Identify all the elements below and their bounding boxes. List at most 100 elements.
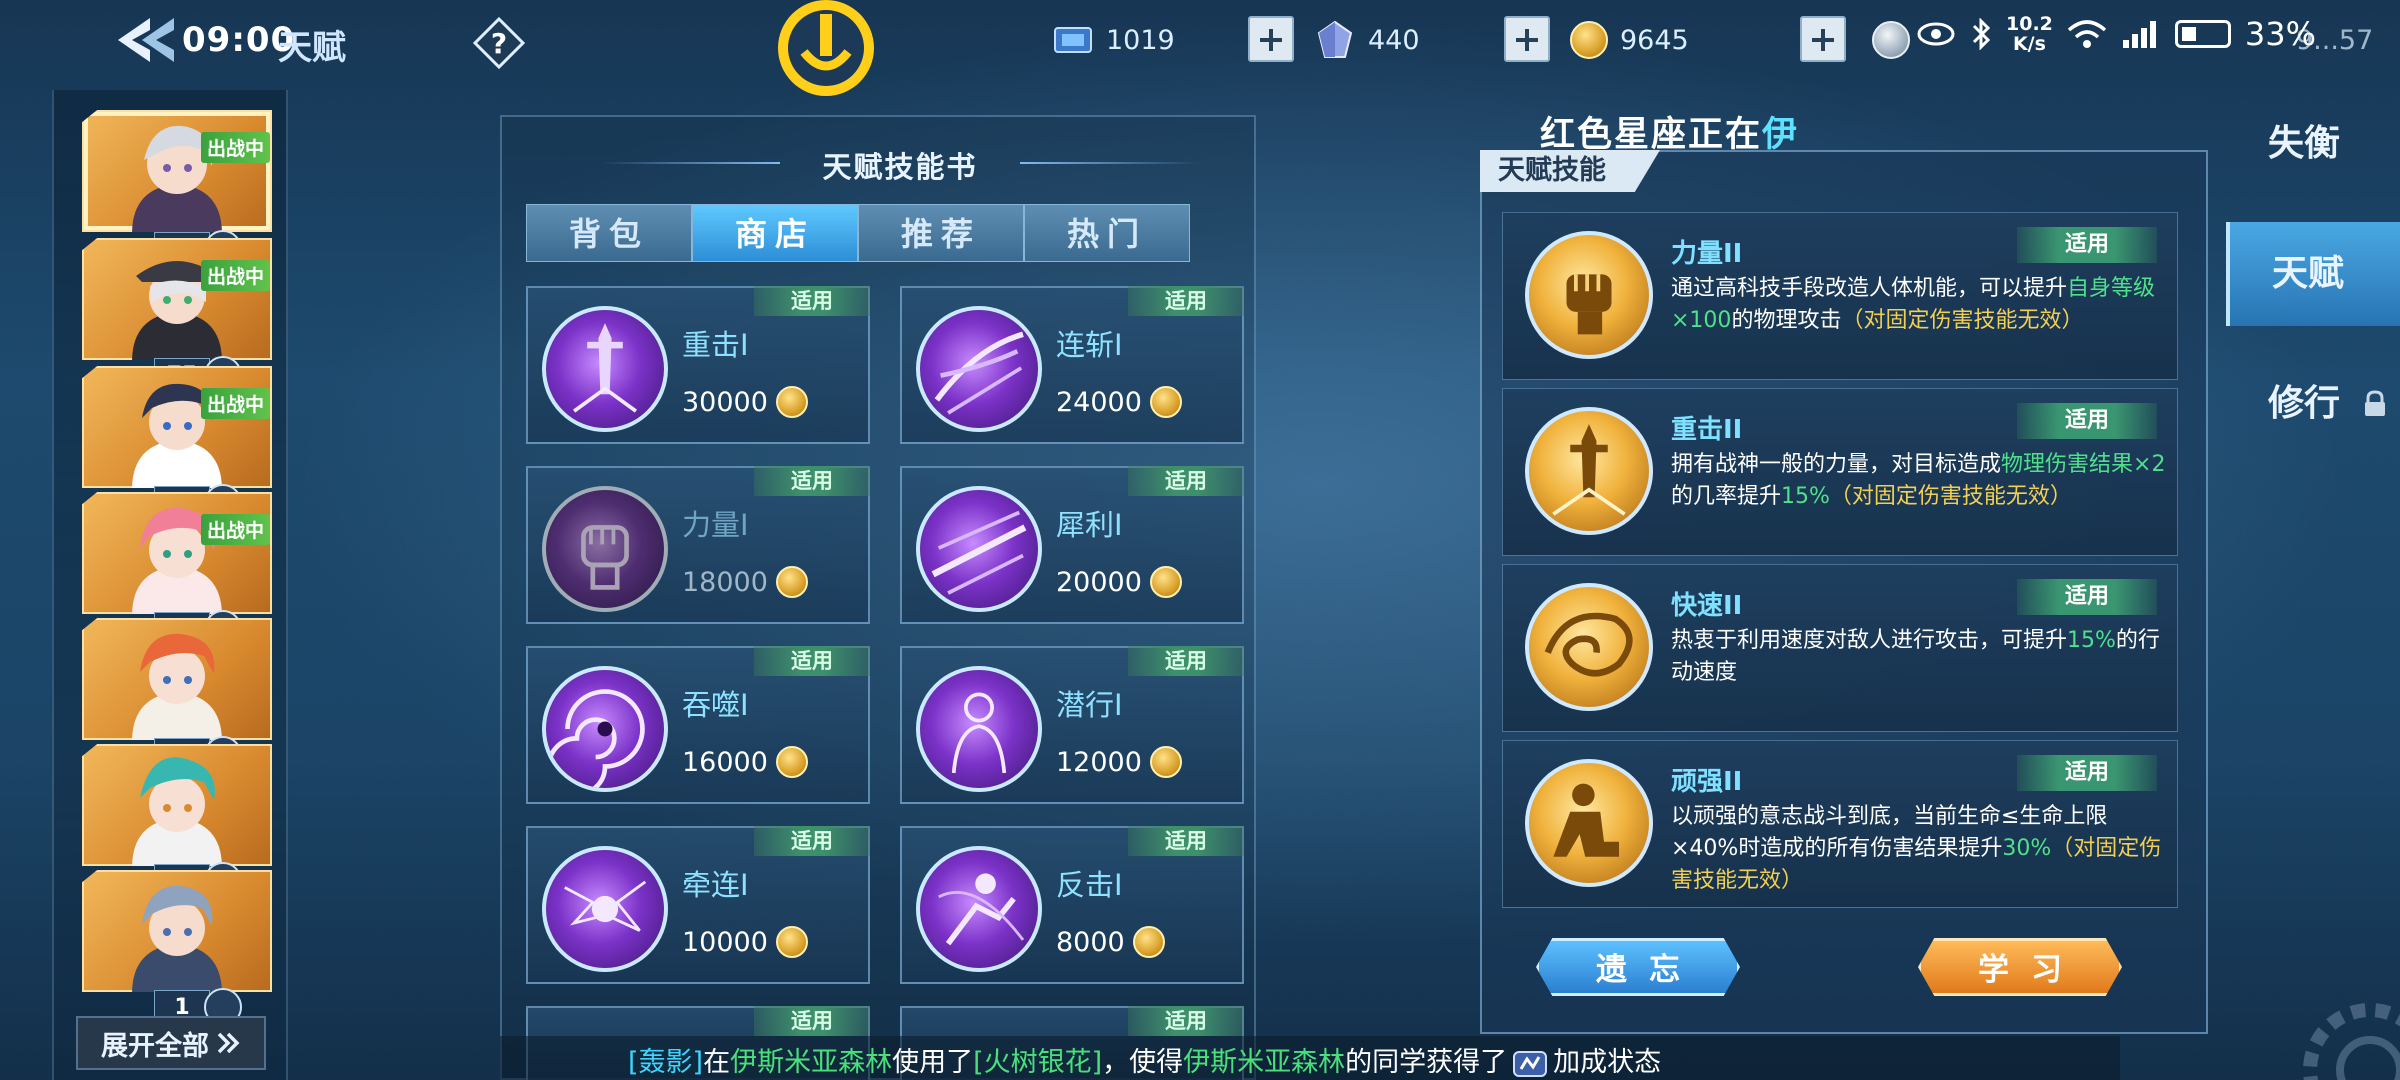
game-logo xyxy=(770,0,882,100)
coin-icon xyxy=(1149,566,1182,598)
back-button[interactable] xyxy=(110,14,180,66)
talent-skill-card[interactable]: 力量II 适用 通过高科技手段改造人体机能，可以提升自身等级×100的物理攻击（… xyxy=(1502,212,2178,380)
skill-name: 重击I xyxy=(682,328,749,362)
silver-coin-icon xyxy=(1872,21,1910,59)
apply-tag: 适用 xyxy=(1128,1006,1244,1036)
double-chevron-right-icon xyxy=(217,1032,240,1054)
apply-tag: 适用 xyxy=(1128,286,1244,316)
character-portrait xyxy=(132,633,222,740)
coin-icon xyxy=(775,386,808,418)
apply-tag: 适用 xyxy=(2017,227,2157,263)
skill-price: 16000 xyxy=(682,746,808,778)
coin-icon xyxy=(775,746,808,778)
tab-recommended[interactable]: 推荐 xyxy=(858,204,1024,262)
apply-tag: 适用 xyxy=(2017,579,2157,615)
add-crystals-button[interactable] xyxy=(1504,16,1550,62)
tab-shop[interactable]: 商店 xyxy=(692,204,858,262)
coin-icon xyxy=(775,566,808,598)
character-card-3[interactable]: 出战中 xyxy=(82,366,272,488)
on-battle-badge: 出战中 xyxy=(200,260,270,291)
add-coins-button[interactable] xyxy=(1800,16,1846,62)
apply-tag: 适用 xyxy=(754,1006,870,1036)
character-portrait xyxy=(132,885,222,992)
battery-icon xyxy=(2174,20,2231,48)
shop-tabs: 背包 商店 推荐 热门 xyxy=(526,204,1190,262)
on-battle-badge: 出战中 xyxy=(200,132,270,163)
talent-skill-card[interactable]: 快速II 适用 热衷于利用速度对敌人进行攻击，可提升15%的行动速度 xyxy=(1502,564,2178,732)
character-card-1[interactable]: 出战中 xyxy=(82,110,272,232)
character-card-2[interactable]: 出战中 xyxy=(82,238,272,360)
add-tickets-button[interactable] xyxy=(1248,16,1294,62)
character-portrait xyxy=(132,757,222,866)
talent-skill-card[interactable]: 顽强II 适用 以顽强的意志战斗到底，当前生命≤生命上限×40%时造成的所有伤害… xyxy=(1502,740,2178,908)
apply-tag: 适用 xyxy=(754,286,870,316)
character-card-6[interactable] xyxy=(82,744,272,866)
coin-count: 9645 xyxy=(1620,24,1689,56)
apply-tag: 适用 xyxy=(1128,646,1244,676)
resource-coins: 9645 xyxy=(1570,18,1689,62)
shop-skill-card[interactable]: 适用 连斩I 24000 xyxy=(900,286,1244,444)
shop-skill-card[interactable]: 适用 吞噬I 16000 xyxy=(526,646,870,804)
skill-name: 力量I xyxy=(682,508,749,542)
side-tab-imbalance[interactable]: 失衡 xyxy=(2226,92,2400,196)
shop-skill-card[interactable]: 适用 重击I 30000 xyxy=(526,286,870,444)
talent-name: 力量II xyxy=(1671,239,1743,269)
skill-price: 12000 xyxy=(1056,746,1182,778)
skill-price: 18000 xyxy=(682,566,808,598)
talent-description: 通过高科技手段改造人体机能，可以提升自身等级×100的物理攻击（对固定伤害技能无… xyxy=(1671,276,2156,333)
apply-tag: 适用 xyxy=(1128,826,1244,856)
crystal-count: 440 xyxy=(1368,24,1420,56)
title-divider xyxy=(600,162,780,164)
skill-name: 吞噬I xyxy=(682,688,749,722)
stealth-figure-icon xyxy=(916,666,1042,792)
tab-popular[interactable]: 热门 xyxy=(1024,204,1190,262)
coin-icon xyxy=(1149,746,1182,778)
devour-vortex-icon xyxy=(542,666,668,792)
character-card-7[interactable] xyxy=(82,870,272,992)
coin-icon xyxy=(1570,21,1608,59)
skill-price: 20000 xyxy=(1056,566,1182,598)
shop-skill-card[interactable]: 适用 力量I 18000 xyxy=(526,466,870,624)
talent-name: 顽强II xyxy=(1671,767,1743,797)
forget-button[interactable]: 遗忘 xyxy=(1536,938,1740,996)
shop-skill-card[interactable]: 适用 反击I 8000 xyxy=(900,826,1244,984)
battery-percent: 33% xyxy=(2244,15,2317,53)
skill-price: 30000 xyxy=(682,386,808,418)
character-card-5[interactable] xyxy=(82,618,272,740)
signal-icon xyxy=(2122,21,2156,48)
shop-skill-card[interactable]: 适用 犀利I 20000 xyxy=(900,466,1244,624)
bluetooth-icon xyxy=(1972,18,1991,50)
talent-description: 热衷于利用速度对敌人进行攻击，可提升15%的行动速度 xyxy=(1671,628,2160,685)
counter-attack-icon xyxy=(916,846,1042,972)
side-tab-talent[interactable]: 天赋 xyxy=(2226,222,2400,326)
talent-skill-card[interactable]: 重击II 适用 拥有战神一般的力量，对目标造成物理伤害结果×2的几率提升15%（… xyxy=(1502,388,2178,556)
coin-icon xyxy=(1132,926,1165,958)
top-bar: 09:00 天赋 ? 1019 440 9645 9...57 10.2 K/s… xyxy=(0,0,2400,96)
learn-button[interactable]: 学习 xyxy=(1918,938,2122,996)
character-card-4[interactable]: 出战中 xyxy=(82,492,272,614)
tab-bag[interactable]: 背包 xyxy=(526,204,692,262)
expand-all-button[interactable]: 展开全部 xyxy=(76,1016,266,1070)
skill-price: 24000 xyxy=(1056,386,1182,418)
svg-text:?: ? xyxy=(491,27,507,60)
on-battle-badge: 出战中 xyxy=(200,388,270,419)
skill-price: 10000 xyxy=(682,926,808,958)
coin-icon xyxy=(1149,386,1182,418)
resource-silver xyxy=(1872,18,1910,62)
buff-status-icon xyxy=(1513,1050,1548,1077)
skill-name: 潜行I xyxy=(1056,688,1123,722)
talent-panel-header: 天赋技能 xyxy=(1480,150,1660,192)
on-battle-badge: 出战中 xyxy=(200,514,270,545)
network-speed: 10.2 K/s xyxy=(2006,13,2053,55)
page-title: 天赋 xyxy=(278,28,346,68)
tenacity-kneel-icon xyxy=(1525,759,1653,887)
character-list[interactable]: 出战中 75 出战中 75 出战中 70 xyxy=(52,90,288,1080)
skill-price: 8000 xyxy=(1056,926,1165,958)
help-button[interactable]: ? xyxy=(472,16,526,70)
talent-name: 快速II xyxy=(1671,591,1743,621)
heavy-strike-icon xyxy=(1525,407,1653,535)
shop-skill-card[interactable]: 适用 牵连I 10000 xyxy=(526,826,870,984)
shop-skill-card[interactable]: 适用 潜行I 12000 xyxy=(900,646,1244,804)
side-tab-training[interactable]: 修行 xyxy=(2226,352,2400,456)
ticket-icon xyxy=(1054,27,1092,53)
